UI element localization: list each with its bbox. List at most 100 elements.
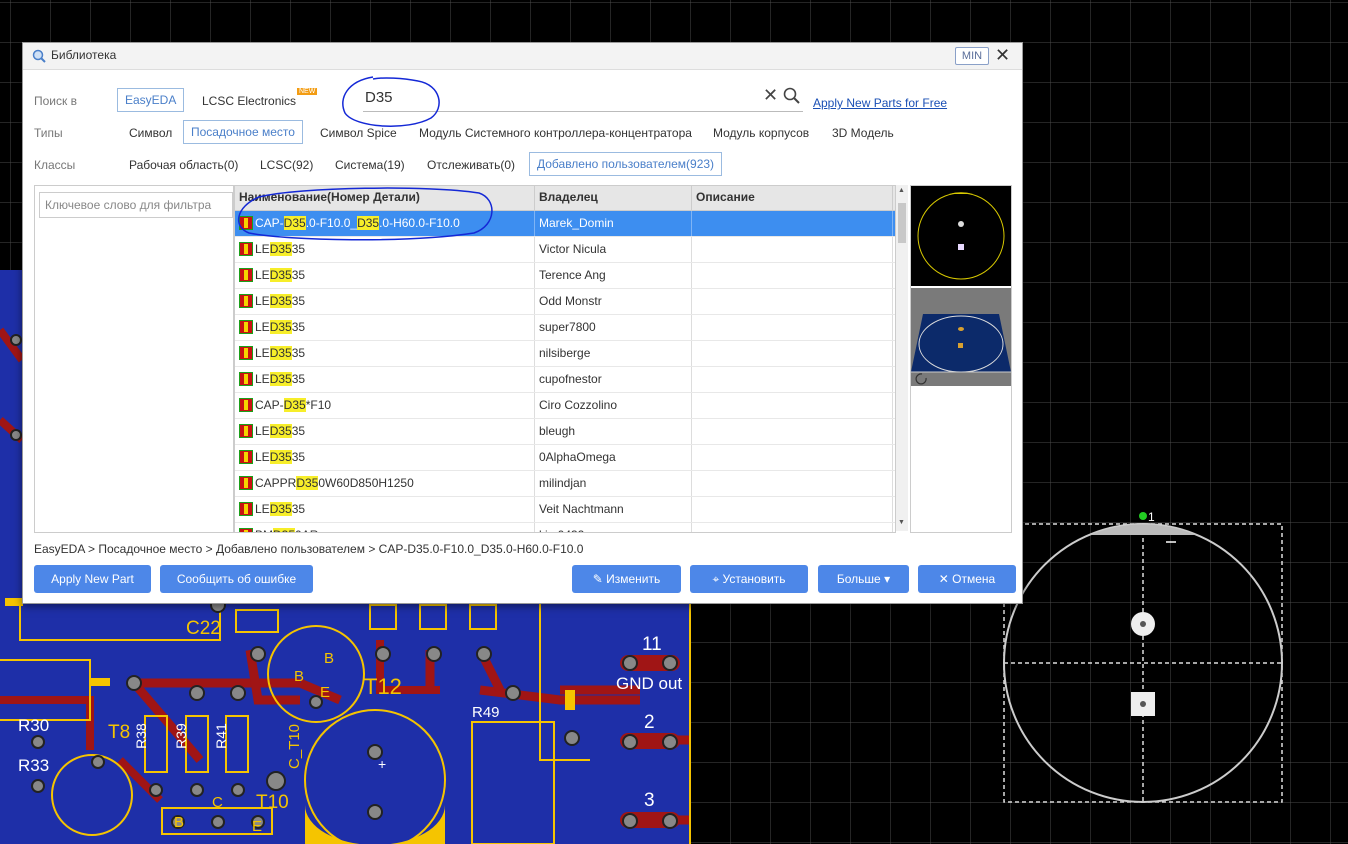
table-row[interactable]: LED3535 Terence Ang (235, 263, 895, 289)
location-pin-icon: ⌖ (712, 572, 723, 586)
table-row[interactable]: LED3535 super7800 (235, 315, 895, 341)
part-name-text: BM (255, 528, 273, 532)
pcb-label: E (320, 684, 331, 701)
report-error-button[interactable]: Сообщить об ошибке (160, 565, 313, 593)
annotation-circle (342, 76, 440, 127)
column-header-owner[interactable]: Владелец (535, 186, 692, 210)
part-name-cell: LED3535 (235, 497, 535, 522)
search-icon (32, 49, 46, 63)
owner-cell: cupofnestor (535, 367, 692, 392)
match-highlight: D35 (269, 502, 292, 516)
footprint-icon (239, 372, 253, 386)
table-row[interactable]: LED3535 Veit Nachtmann (235, 497, 895, 523)
annotation-circle (238, 187, 493, 241)
apply-new-part-button[interactable]: Apply New Part (34, 565, 151, 593)
table-row[interactable]: LED3535 nilsiberge (235, 341, 895, 367)
table-row[interactable]: LED3535 cupofnestor (235, 367, 895, 393)
class-system[interactable]: Система(19) (335, 158, 405, 172)
source-lcsc[interactable]: LCSC Electronics (202, 94, 296, 108)
class-user-added[interactable]: Добавлено пользователем(923) (529, 152, 723, 176)
type-hub-module[interactable]: Модуль Системного контроллера-концентрат… (419, 126, 692, 140)
types-label: Типы (34, 126, 63, 140)
footprint-3d-preview[interactable] (911, 288, 1011, 386)
match-highlight: D35 (296, 476, 319, 490)
owner-cell: Terence Ang (535, 263, 692, 288)
footprint-icon (239, 320, 253, 334)
description-cell (692, 289, 893, 314)
type-package-module[interactable]: Модуль корпусов (713, 126, 809, 140)
match-highlight: D35 (269, 294, 292, 308)
clear-search-icon[interactable]: ✕ (763, 85, 778, 106)
part-name-text: CAPPR (255, 476, 297, 490)
owner-cell: milindjan (535, 471, 692, 496)
table-row[interactable]: BMD350ARkim0432 (235, 523, 895, 532)
type-footprint[interactable]: Посадочное место (183, 120, 303, 144)
more-button[interactable]: Больше ▾ (818, 565, 909, 593)
part-name-text: LE (255, 372, 270, 386)
part-name-text: 35 (291, 502, 306, 516)
pin-number-label: 1 (1148, 510, 1155, 524)
apply-new-parts-link[interactable]: Apply New Parts for Free (813, 96, 947, 110)
scroll-down-icon[interactable]: ▼ (898, 519, 905, 526)
owner-cell: super7800 (535, 315, 692, 340)
match-highlight: D35 (269, 372, 292, 386)
table-row[interactable]: LED3535 bleugh (235, 419, 895, 445)
part-name-text: LE (255, 268, 270, 282)
scrollbar-thumb[interactable] (898, 203, 906, 243)
part-name-cell: BMD350AR (235, 523, 535, 532)
table-row[interactable]: CAP-D35*F10 Ciro Cozzolino (235, 393, 895, 419)
close-icon[interactable]: ✕ (995, 45, 1010, 66)
pcb-label: R30 (18, 716, 50, 735)
match-highlight: D35 (269, 450, 292, 464)
source-easyeda[interactable]: EasyEDA (117, 88, 185, 112)
type-spice-symbol[interactable]: Символ Spice (320, 126, 397, 140)
pcb-label: T12 (364, 674, 402, 699)
dialog-titlebar[interactable]: Библиотека MIN ✕ (23, 43, 1022, 70)
pencil-icon: ✎ (592, 572, 607, 586)
description-cell (692, 237, 893, 262)
footprint-icon (239, 502, 253, 516)
pcb-label: R39 (172, 723, 189, 749)
pcb-label: C_T10 (286, 723, 304, 770)
owner-cell: 0AlphaOmega (535, 445, 692, 470)
part-name-cell: LED3535 (235, 289, 535, 314)
footprint-2d-preview[interactable] (911, 186, 1011, 286)
table-row[interactable]: LED3535 Odd Monstr (235, 289, 895, 315)
pcb-label: C (212, 794, 223, 811)
match-highlight: D35 (269, 320, 292, 334)
pcb-label: R41 (212, 723, 229, 749)
edit-button[interactable]: ✎ Изменить (572, 565, 681, 593)
owner-cell: Odd Monstr (535, 289, 692, 314)
type-3d-model[interactable]: 3D Модель (832, 126, 894, 140)
match-highlight: D35 (269, 424, 292, 438)
part-name-text: CAP- (255, 398, 284, 412)
owner-cell: Victor Nicula (535, 237, 692, 262)
part-name-text: *F10 (305, 398, 332, 412)
cancel-button[interactable]: ✕ Отмена (918, 565, 1016, 593)
table-scrollbar[interactable]: ▲ ▼ (896, 185, 908, 531)
class-lcsc[interactable]: LCSC(92) (260, 158, 313, 172)
part-name-cell: LED3535 (235, 367, 535, 392)
description-cell (692, 497, 893, 522)
match-highlight: D35 (269, 346, 292, 360)
part-name-text: 35 (291, 450, 306, 464)
table-row[interactable]: LED3535 0AlphaOmega (235, 445, 895, 471)
minimize-button[interactable]: MIN (955, 47, 989, 65)
footprint-icon (239, 268, 253, 282)
pcb-label: 3 (644, 790, 655, 811)
place-button[interactable]: ⌖ Установить (690, 565, 808, 593)
search-icon[interactable] (783, 87, 801, 105)
scroll-up-icon[interactable]: ▲ (898, 187, 905, 194)
pcb-label: T8 (108, 722, 131, 743)
table-row[interactable]: CAPPRD350W60D850H1250 milindjan (235, 471, 895, 497)
type-symbol[interactable]: Символ (129, 126, 172, 140)
filter-keyword-input[interactable] (39, 192, 233, 218)
filter-panel (34, 185, 234, 533)
owner-cell: bleugh (535, 419, 692, 444)
column-header-description[interactable]: Описание (692, 186, 893, 210)
class-follow[interactable]: Отслеживать(0) (427, 158, 515, 172)
description-cell (692, 341, 893, 366)
class-workspace[interactable]: Рабочая область(0) (129, 158, 238, 172)
part-name-cell: LED3535 (235, 445, 535, 470)
part-name-text: LE (255, 502, 270, 516)
